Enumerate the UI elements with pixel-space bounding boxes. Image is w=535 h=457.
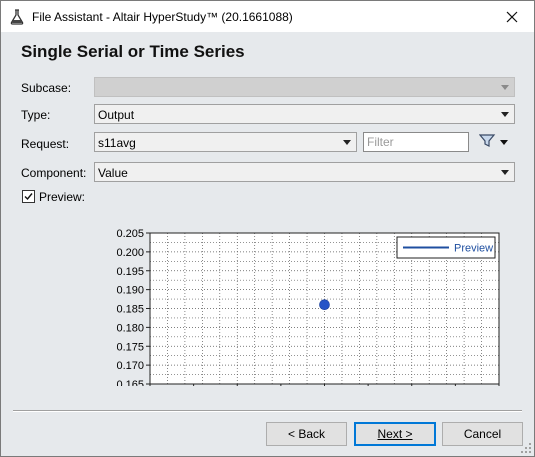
flask-icon <box>10 9 24 25</box>
window-title: File Assistant - Altair HyperStudy™ (20.… <box>32 10 293 24</box>
y-tick-label: 0.185 <box>116 304 144 316</box>
y-tick-label: 0.190 <box>116 285 144 297</box>
back-button-label: < Back <box>287 427 326 441</box>
title-bar[interactable]: File Assistant - Altair HyperStudy™ (20.… <box>1 1 534 32</box>
type-value: Output <box>98 108 135 122</box>
request-label: Request: <box>21 137 70 151</box>
subcase-label: Subcase: <box>21 81 72 95</box>
preview-checkbox[interactable] <box>22 190 35 203</box>
request-dropdown[interactable]: s11avg <box>94 132 357 152</box>
chevron-down-icon <box>501 85 509 90</box>
back-button[interactable]: < Back <box>266 422 347 446</box>
chevron-down-icon <box>501 112 509 117</box>
cancel-button[interactable]: Cancel <box>442 422 523 446</box>
chevron-down-icon <box>500 140 508 145</box>
filter-button[interactable] <box>479 133 511 151</box>
component-dropdown[interactable]: Value <box>94 162 515 182</box>
legend-label: Preview <box>454 243 493 255</box>
y-tick-label: 0.170 <box>116 360 144 372</box>
filter-input[interactable] <box>363 132 469 152</box>
close-icon <box>506 11 518 22</box>
page-title: Single Serial or Time Series <box>21 42 245 61</box>
cancel-button-label: Cancel <box>463 427 502 441</box>
y-tick-label: 0.165 <box>116 379 144 386</box>
file-assistant-window: File Assistant - Altair HyperStudy™ (20.… <box>0 0 535 457</box>
type-label: Type: <box>21 108 51 122</box>
request-value: s11avg <box>98 136 136 150</box>
data-point <box>319 299 330 311</box>
checkmark-icon <box>24 193 33 201</box>
funnel-icon <box>479 134 496 147</box>
component-label: Component: <box>21 166 87 180</box>
wizard-body: Single Serial or Time Series Subcase: Ty… <box>1 32 534 456</box>
chevron-down-icon <box>501 170 509 175</box>
y-tick-label: 0.175 <box>116 341 144 353</box>
footer-divider <box>13 410 522 412</box>
next-button[interactable]: Next > <box>354 422 436 446</box>
component-value: Value <box>98 166 128 180</box>
resize-grip-icon[interactable] <box>520 442 532 454</box>
close-button[interactable] <box>490 1 534 32</box>
y-tick-label: 0.195 <box>116 266 144 278</box>
y-tick-label: 0.200 <box>116 247 144 259</box>
subcase-dropdown <box>94 77 515 97</box>
next-button-label: Next > <box>377 427 413 441</box>
y-tick-label: 0.180 <box>116 322 144 334</box>
y-tick-label: 0.205 <box>116 228 144 240</box>
preview-label: Preview: <box>39 190 86 204</box>
type-dropdown[interactable]: Output <box>94 104 515 124</box>
chevron-down-icon <box>343 140 351 145</box>
preview-chart: 0.205 0.200 0.195 0.190 0.185 0.180 0.175 0.170… <box>116 228 500 386</box>
